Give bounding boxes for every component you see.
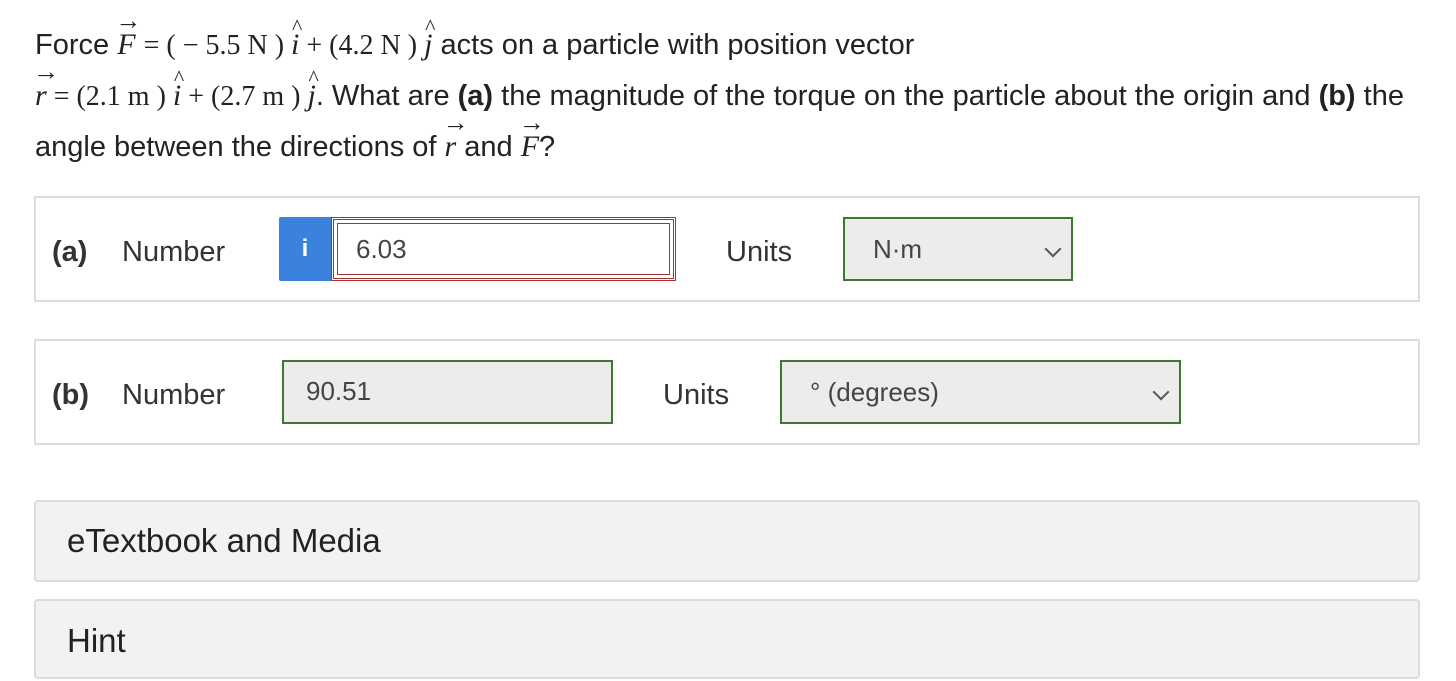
part-b-number-input[interactable]: 90.51 bbox=[282, 360, 613, 424]
position-equation-part: = (2.1 m ) bbox=[46, 81, 173, 112]
question-line-2: r = (2.1 m ) i + (2.7 m ) j. What are (a… bbox=[33, 47, 1425, 172]
part-a-answer-box: (a) Number i 6.03 Units N·m bbox=[34, 196, 1420, 302]
j-hat-symbol: j bbox=[307, 53, 319, 121]
question-text-segment: the magnitude of the torque on the parti… bbox=[493, 80, 1319, 112]
question-text-segment: . What are bbox=[315, 80, 458, 112]
hint-label: Hint bbox=[67, 622, 126, 659]
force-vector-symbol: F bbox=[115, 0, 141, 70]
etextbook-panel[interactable]: eTextbook and Media bbox=[34, 500, 1420, 582]
hint-panel[interactable]: Hint bbox=[34, 599, 1420, 679]
position-vector-symbol: r bbox=[443, 98, 468, 172]
position-vector-symbol: r bbox=[33, 47, 58, 121]
j-hat-symbol: j bbox=[424, 2, 436, 70]
part-a-number-input[interactable]: 6.03 bbox=[331, 217, 676, 281]
part-b-units-label: Units bbox=[663, 379, 730, 411]
part-b-label: (b) bbox=[52, 379, 90, 411]
part-b-number-label: Number bbox=[122, 379, 226, 411]
part-a-units-label: Units bbox=[726, 236, 793, 268]
part-a-units-select[interactable]: N·m bbox=[843, 217, 1073, 281]
position-equation-part: + (2.7 m ) bbox=[181, 81, 308, 112]
etextbook-label: eTextbook and Media bbox=[67, 522, 381, 559]
chevron-down-icon bbox=[1044, 240, 1062, 258]
part-a-units-value: N·m bbox=[873, 234, 923, 264]
question-line-1: Force F = ( − 5.5 N ) i + (4.2 N ) j act… bbox=[35, 0, 1425, 71]
chevron-down-icon bbox=[1152, 383, 1170, 401]
part-b-units-select[interactable]: ° (degrees) bbox=[780, 360, 1181, 424]
force-vector-symbol: F bbox=[519, 98, 545, 172]
question-text-segment: acts on a particle with position vector bbox=[432, 29, 915, 61]
part-b-answer-box: (b) Number 90.51 Units ° (degrees) bbox=[34, 339, 1420, 445]
question-text: Force F = ( − 5.5 N ) i + (4.2 N ) j act… bbox=[33, 0, 1425, 172]
part-b-units-value: ° (degrees) bbox=[810, 377, 939, 407]
force-equation-part: = ( − 5.5 N ) bbox=[143, 30, 292, 61]
info-icon[interactable]: i bbox=[279, 217, 331, 281]
i-hat-symbol: i bbox=[173, 53, 185, 121]
part-a-number-label: Number bbox=[122, 236, 226, 268]
part-a-label: (a) bbox=[52, 236, 88, 268]
part-b-marker: (b) bbox=[1318, 80, 1356, 112]
i-hat-symbol: i bbox=[291, 2, 303, 70]
